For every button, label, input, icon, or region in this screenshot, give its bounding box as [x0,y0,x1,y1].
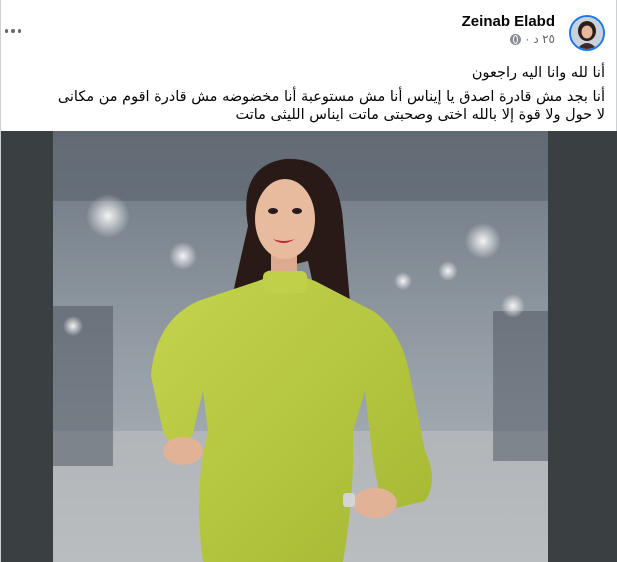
post-text-line: لا حول ولا قوة إلا بالله اختى وصحبتى مات… [235,107,605,123]
more-dot [5,29,9,33]
facebook-post: Zeinab Elabd ٢٥ د · أنا لله وانا اليه را… [0,0,617,562]
globe-icon [510,33,522,45]
post-text-line: أنا بجد مش قادرة اصدق يا إيناس أنا مش مس… [57,89,605,105]
post-text-line: أنا لله وانا اليه راجعون [471,65,605,81]
more-dot [17,29,21,33]
post-body: أنا لله وانا اليه راجعون أنا بجد مش قادر… [10,64,605,124]
post-photo[interactable] [53,131,548,562]
post-subtitle: ٢٥ د · [462,32,555,46]
more-dot [11,29,15,33]
post-header: Zeinab Elabd ٢٥ د · [462,13,555,46]
photo-woman-green-dress [53,131,548,562]
author-avatar[interactable] [569,15,605,51]
author-name[interactable]: Zeinab Elabd [462,13,555,30]
more-options-icon[interactable] [5,27,21,35]
post-time[interactable]: ٢٥ د [533,32,555,46]
separator-dot: · [525,32,530,46]
post-photo-container[interactable] [1,131,617,562]
avatar-image [571,17,603,49]
